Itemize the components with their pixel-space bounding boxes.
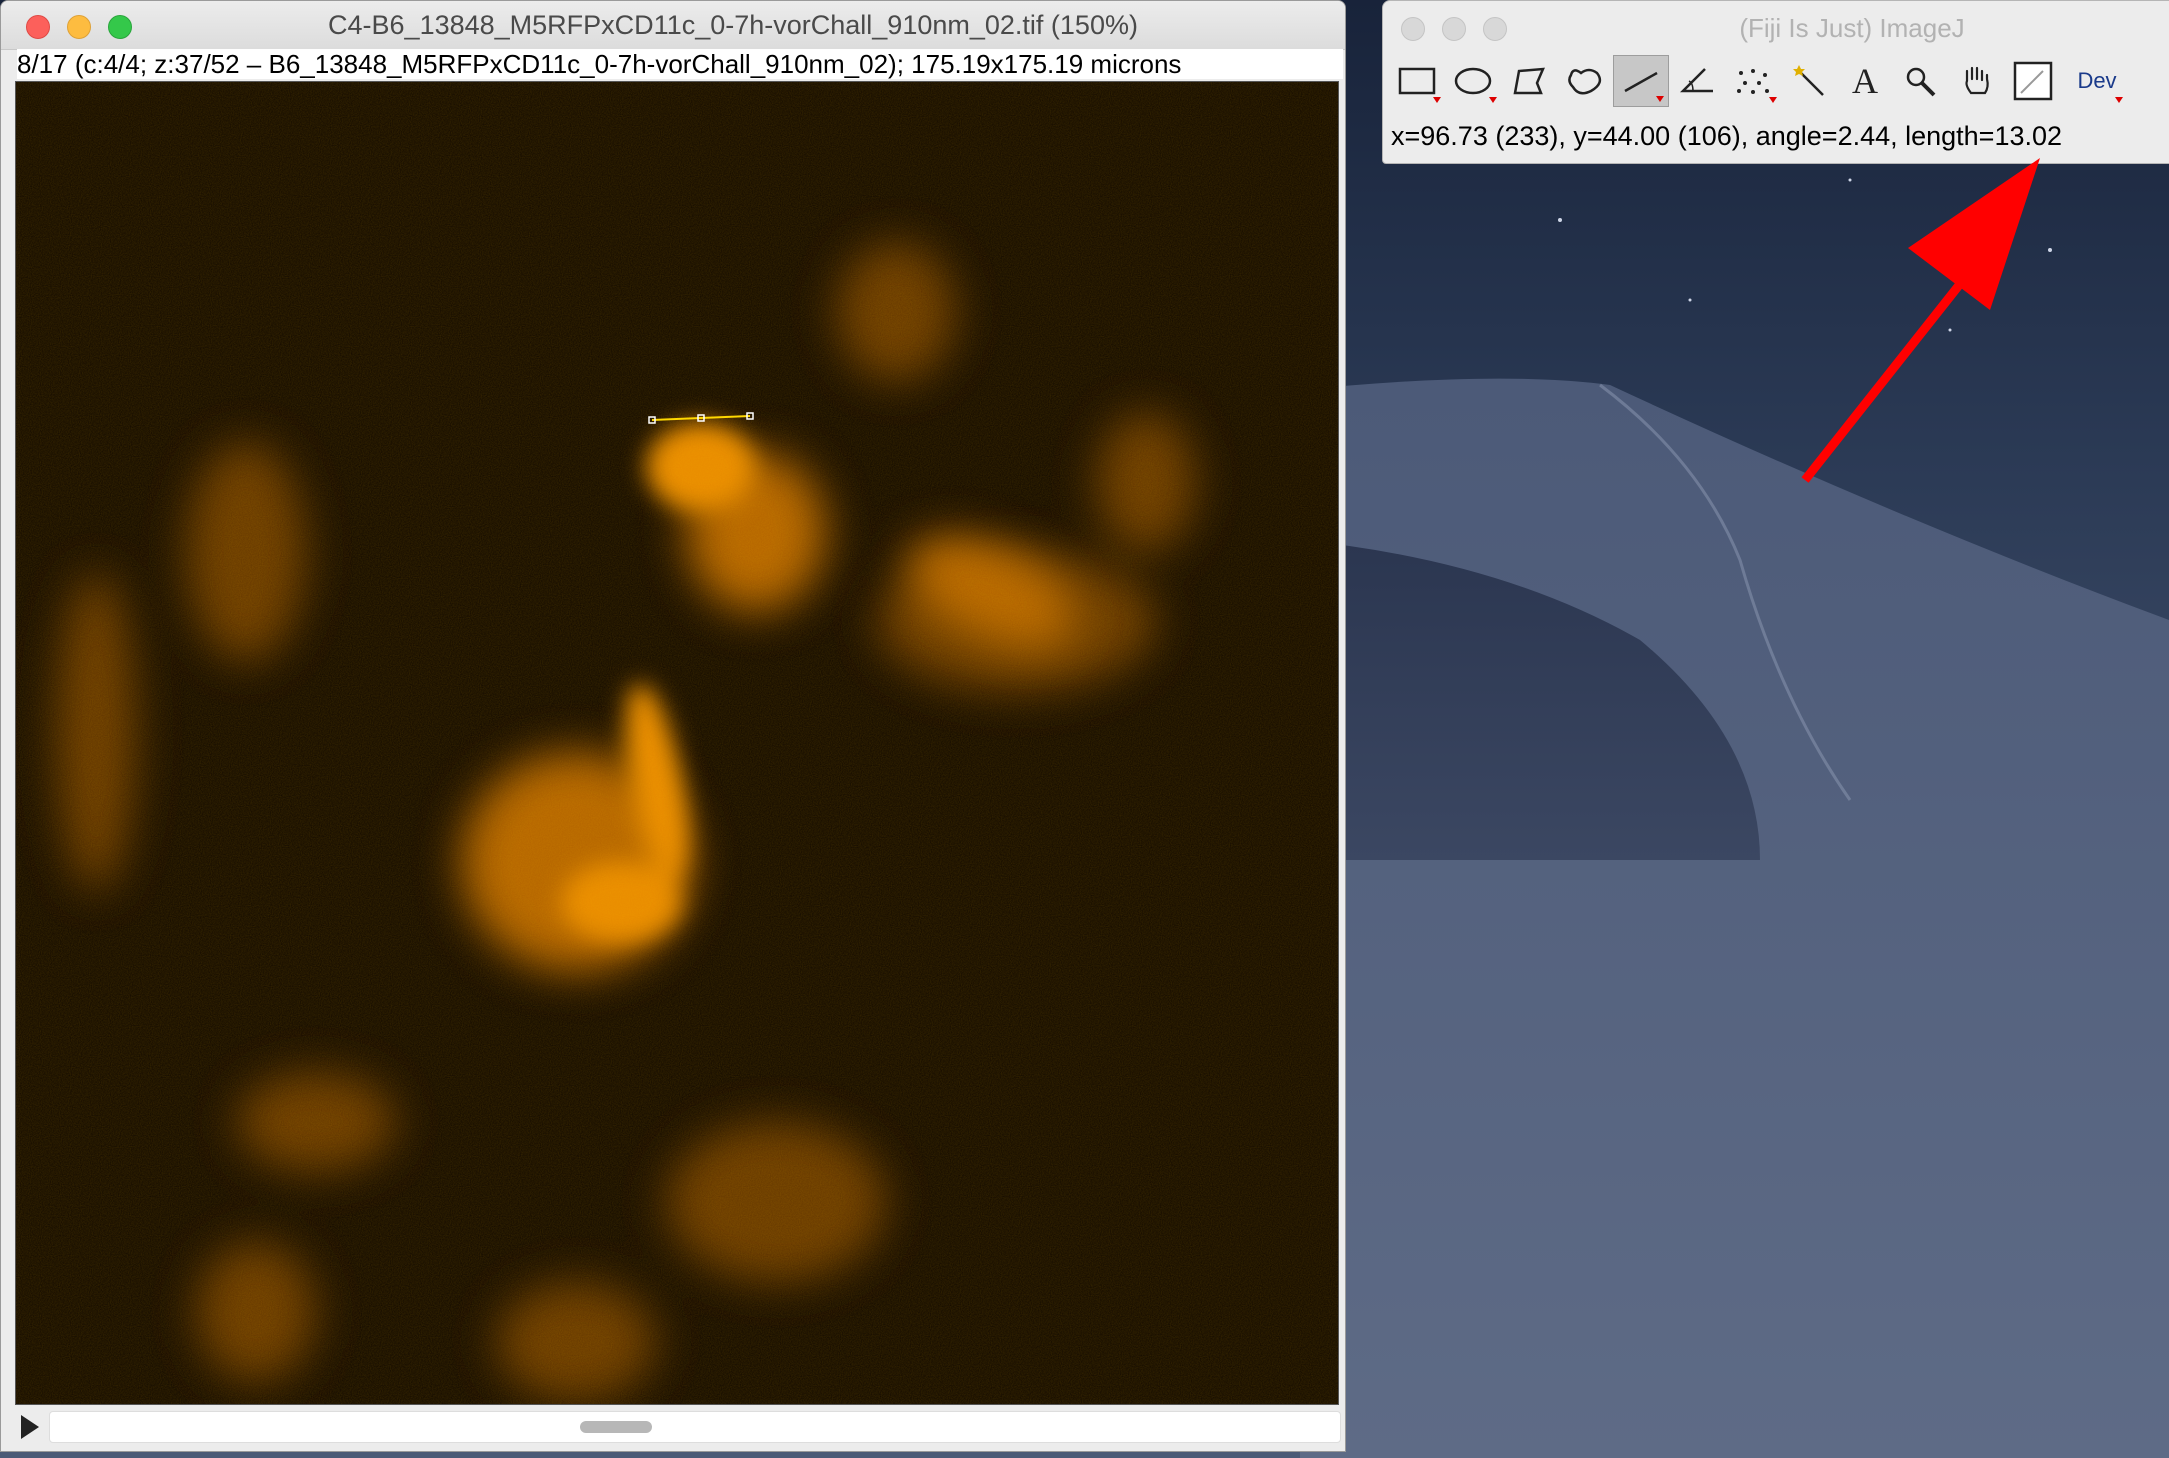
dev-menu-icon: Dev [2077, 68, 2117, 93]
hand-tool[interactable] [1949, 55, 2005, 107]
imagej-titlebar[interactable]: (Fiji Is Just) ImageJ [1383, 1, 2169, 53]
play-icon[interactable] [21, 1415, 39, 1439]
text-tool[interactable]: A [1837, 55, 1893, 107]
oval-tool-icon [1454, 67, 1492, 95]
polygon-tool[interactable] [1501, 55, 1557, 107]
close-button[interactable] [26, 15, 50, 39]
multipoint-tool-icon [1737, 69, 1769, 94]
line-tool-icon [1624, 71, 1658, 93]
image-canvas[interactable] [15, 81, 1339, 1405]
slice-scrollbar[interactable] [49, 1411, 1341, 1443]
image-info-subtitle: 8/17 (c:4/4; z:37/52 – B6_13848_M5RFPxCD… [17, 49, 1343, 79]
multipoint-tool[interactable] [1725, 55, 1781, 107]
angle-tool[interactable] [1669, 55, 1725, 107]
zoom-button[interactable] [108, 15, 132, 39]
microscopy-image [16, 82, 1338, 1404]
window-title: C4-B6_13848_M5RFPxCD11c_0-7h-vorChall_91… [328, 10, 1138, 40]
image-window-titlebar[interactable]: C4-B6_13848_M5RFPxCD11c_0-7h-vorChall_91… [1, 1, 1345, 50]
magnifier-tool[interactable] [1893, 55, 1949, 107]
polygon-tool-icon [1513, 67, 1545, 95]
dev-menu-button[interactable]: Dev [2067, 55, 2127, 107]
freehand-tool[interactable] [1557, 55, 1613, 107]
imagej-window: (Fiji Is Just) ImageJ A Dev x=96.73 (233… [1382, 0, 2169, 164]
toolbar: A Dev [1389, 55, 2127, 107]
imagej-title: (Fiji Is Just) ImageJ [1739, 13, 1965, 43]
image-window: C4-B6_13848_M5RFPxCD11c_0-7h-vorChall_91… [0, 0, 1346, 1452]
oval-tool[interactable] [1445, 55, 1501, 107]
magnifier-tool-icon [1906, 67, 1936, 97]
status-bar: x=96.73 (233), y=44.00 (106), angle=2.44… [1391, 121, 2063, 151]
line-tool[interactable] [1613, 55, 1669, 107]
minimize-button[interactable] [67, 15, 91, 39]
scrollbar-thumb[interactable] [580, 1421, 652, 1433]
rectangle-tool-icon [1398, 67, 1436, 95]
rectangle-tool[interactable] [1389, 55, 1445, 107]
color-picker-tool[interactable] [2005, 55, 2061, 107]
wand-tool[interactable] [1781, 55, 1837, 107]
color-picker-tool-icon [2013, 61, 2053, 101]
slice-scrollbar-row [1, 1405, 1345, 1451]
angle-tool-icon [1679, 68, 1713, 93]
text-tool-icon: A [1852, 61, 1878, 101]
freehand-tool-icon [1568, 68, 1602, 95]
wand-tool-icon [1793, 65, 1824, 96]
hand-tool-icon [1965, 66, 1989, 95]
